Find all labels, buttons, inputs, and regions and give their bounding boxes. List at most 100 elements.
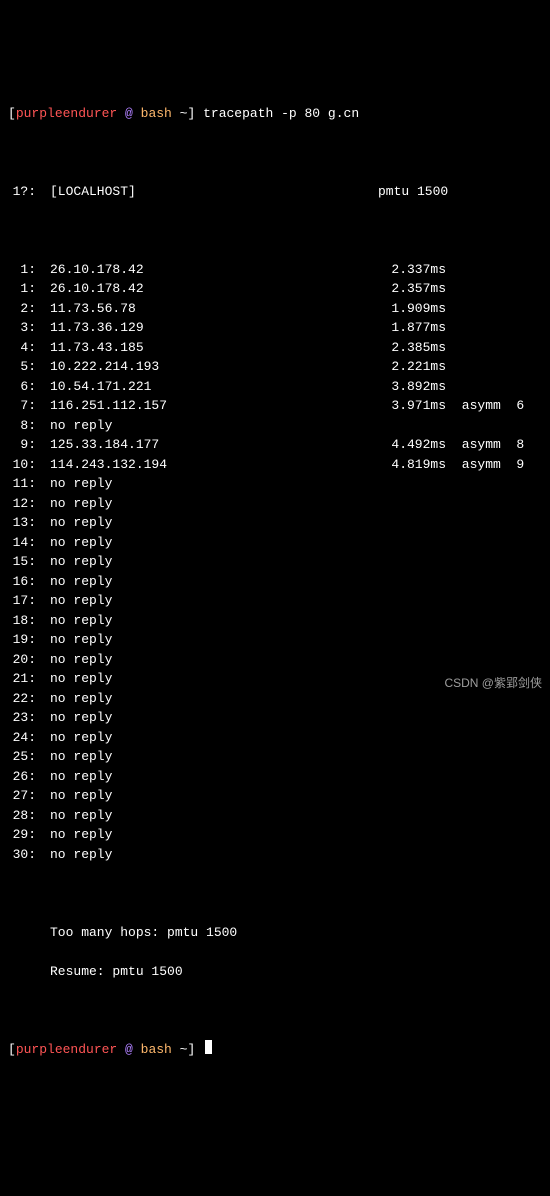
hop-address: no reply bbox=[50, 533, 160, 553]
footer-resume: Resume: pmtu 1500 bbox=[8, 962, 542, 982]
hop-address: no reply bbox=[50, 708, 160, 728]
hop-row: 11: no reply bbox=[8, 474, 542, 494]
hop-number: 6: bbox=[8, 377, 38, 397]
hop-rtt: 2.337ms bbox=[378, 260, 446, 280]
hop-address: no reply bbox=[50, 572, 160, 592]
hop-rtt: 1.877ms bbox=[378, 318, 446, 338]
hop-number: 29: bbox=[8, 825, 38, 845]
hop-row: 23: no reply bbox=[8, 708, 542, 728]
hop-address: no reply bbox=[50, 591, 160, 611]
hop-address: no reply bbox=[50, 825, 160, 845]
hop-address: no reply bbox=[50, 650, 160, 670]
hop-address: no reply bbox=[50, 845, 160, 865]
hop-number: 21: bbox=[8, 669, 38, 689]
hop-number: 26: bbox=[8, 767, 38, 787]
hop-number: 4: bbox=[8, 338, 38, 358]
hop-address: 11.73.56.78 bbox=[50, 299, 160, 319]
hop-rtt: 3.892ms bbox=[378, 377, 446, 397]
hop-number: 25: bbox=[8, 747, 38, 767]
hop-number: 5: bbox=[8, 357, 38, 377]
hop-row: 9: 125.33.184.177 4.492ms asymm 8 bbox=[8, 435, 542, 455]
tracepath-header: 1?: [LOCALHOST] pmtu 1500 bbox=[8, 182, 542, 202]
hop-address: 11.73.43.185 bbox=[50, 338, 160, 358]
hop-number: 14: bbox=[8, 533, 38, 553]
hop-row: 8: no reply bbox=[8, 416, 542, 436]
hop-address: 26.10.178.42 bbox=[50, 279, 160, 299]
command-text: tracepath -p 80 g.cn bbox=[203, 104, 359, 124]
hop-number: 3: bbox=[8, 318, 38, 338]
hop-address: no reply bbox=[50, 767, 160, 787]
hop-number: 9: bbox=[8, 435, 38, 455]
hop-address: no reply bbox=[50, 611, 160, 631]
hop-address: no reply bbox=[50, 630, 160, 650]
hop-row: 25: no reply bbox=[8, 747, 542, 767]
hop-row: 2: 11.73.56.78 1.909ms bbox=[8, 299, 542, 319]
hop-row: 17: no reply bbox=[8, 591, 542, 611]
hop-row: 24: no reply bbox=[8, 728, 542, 748]
prompt-user: purpleendurer bbox=[16, 104, 117, 124]
hop-row: 1: 26.10.178.422.337ms bbox=[8, 260, 542, 280]
hop-address: no reply bbox=[50, 552, 160, 572]
header-host: [LOCALHOST] bbox=[50, 182, 160, 202]
hop-address: no reply bbox=[50, 494, 160, 514]
cursor-icon bbox=[205, 1040, 212, 1054]
footer-toomany: Too many hops: pmtu 1500 bbox=[8, 923, 542, 943]
hop-rtt: 2.221ms bbox=[378, 357, 446, 377]
hop-extra: asymm 9 bbox=[446, 455, 524, 475]
hop-extra: asymm 8 bbox=[446, 435, 524, 455]
hop-row: 6: 10.54.171.2213.892ms bbox=[8, 377, 542, 397]
bracket-open: [ bbox=[8, 104, 16, 124]
hop-row: 27: no reply bbox=[8, 786, 542, 806]
hop-number: 13: bbox=[8, 513, 38, 533]
hop-row: 10: 114.243.132.1944.819ms asymm 9 bbox=[8, 455, 542, 475]
hop-number: 19: bbox=[8, 630, 38, 650]
hop-number: 1: bbox=[8, 279, 38, 299]
hop-address: 125.33.184.177 bbox=[50, 435, 160, 455]
hop-address: no reply bbox=[50, 689, 160, 709]
hop-row: 14: no reply bbox=[8, 533, 542, 553]
header-hop: 1?: bbox=[8, 182, 38, 202]
hop-number: 15: bbox=[8, 552, 38, 572]
hop-address: no reply bbox=[50, 474, 160, 494]
hop-number: 17: bbox=[8, 591, 38, 611]
hop-number: 18: bbox=[8, 611, 38, 631]
watermark: CSDN @紫郢剑侠 bbox=[444, 674, 542, 692]
hop-row: 20: no reply bbox=[8, 650, 542, 670]
hop-address: no reply bbox=[50, 747, 160, 767]
prompt-at: @ bbox=[117, 104, 140, 124]
hop-number: 16: bbox=[8, 572, 38, 592]
hop-row: 1: 26.10.178.422.357ms bbox=[8, 279, 542, 299]
hop-rtt: 2.385ms bbox=[378, 338, 446, 358]
hop-row: 28: no reply bbox=[8, 806, 542, 826]
hop-number: 10: bbox=[8, 455, 38, 475]
hop-address: 116.251.112.157 bbox=[50, 396, 160, 416]
hop-number: 7: bbox=[8, 396, 38, 416]
hop-number: 24: bbox=[8, 728, 38, 748]
hop-number: 20: bbox=[8, 650, 38, 670]
hop-row: 3: 11.73.36.129 1.877ms bbox=[8, 318, 542, 338]
hop-rtt: 1.909ms bbox=[378, 299, 446, 319]
hop-number: 11: bbox=[8, 474, 38, 494]
hop-address: no reply bbox=[50, 806, 160, 826]
hop-rtt: 4.492ms bbox=[378, 435, 446, 455]
header-pmtu: pmtu 1500 bbox=[378, 182, 448, 202]
hop-address: no reply bbox=[50, 728, 160, 748]
hop-row: 16: no reply bbox=[8, 572, 542, 592]
hop-number: 8: bbox=[8, 416, 38, 436]
hops-list: 1: 26.10.178.422.337ms1: 26.10.178.422.3… bbox=[8, 260, 542, 865]
hop-address: no reply bbox=[50, 669, 160, 689]
hop-row: 12: no reply bbox=[8, 494, 542, 514]
hop-address: no reply bbox=[50, 513, 160, 533]
hop-number: 28: bbox=[8, 806, 38, 826]
hop-row: 18: no reply bbox=[8, 611, 542, 631]
hop-address: 11.73.36.129 bbox=[50, 318, 160, 338]
prompt-line-2[interactable]: [purpleendurer @ bash ~] bbox=[8, 1040, 542, 1060]
hop-row: 4: 11.73.43.185 2.385ms bbox=[8, 338, 542, 358]
hop-number: 2: bbox=[8, 299, 38, 319]
hop-number: 22: bbox=[8, 689, 38, 709]
hop-row: 15: no reply bbox=[8, 552, 542, 572]
hop-row: 7: 116.251.112.1573.971ms asymm 6 bbox=[8, 396, 542, 416]
hop-number: 12: bbox=[8, 494, 38, 514]
hop-row: 5: 10.222.214.1932.221ms bbox=[8, 357, 542, 377]
hop-number: 23: bbox=[8, 708, 38, 728]
